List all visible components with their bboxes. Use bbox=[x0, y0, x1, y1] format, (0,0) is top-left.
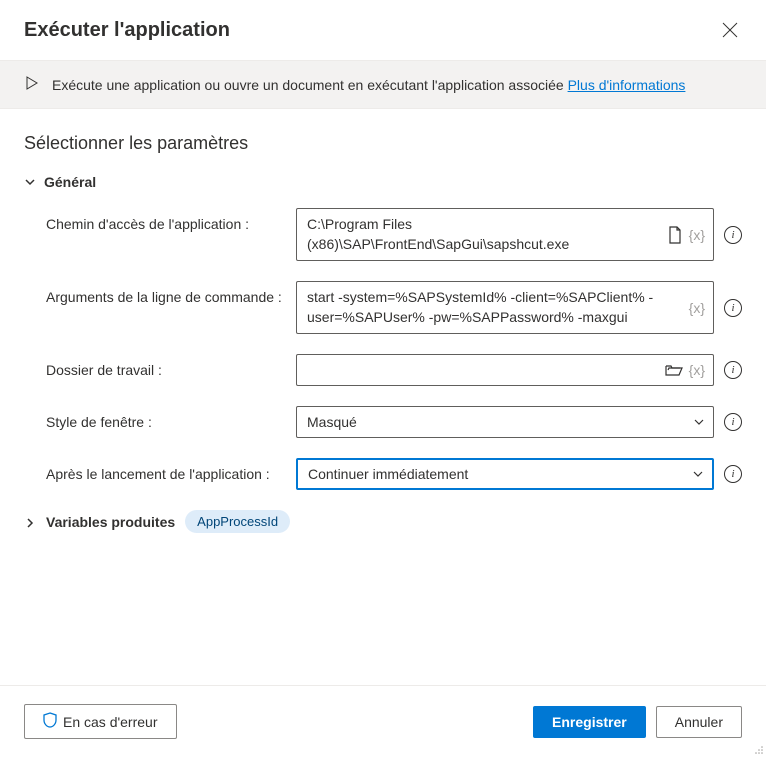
section-title: Sélectionner les paramètres bbox=[24, 133, 742, 154]
work-dir-label: Dossier de travail : bbox=[46, 354, 296, 378]
on-error-label: En cas d'erreur bbox=[63, 714, 158, 730]
chevron-down-icon bbox=[692, 468, 704, 480]
more-info-link[interactable]: Plus d'informations bbox=[568, 77, 686, 93]
info-icon[interactable]: i bbox=[724, 465, 742, 483]
save-button[interactable]: Enregistrer bbox=[533, 706, 646, 738]
folder-picker-icon[interactable] bbox=[665, 363, 683, 377]
cmd-args-label: Arguments de la ligne de commande : bbox=[46, 281, 296, 305]
window-style-select[interactable]: Masqué bbox=[296, 406, 714, 438]
after-launch-select[interactable]: Continuer immédiatement bbox=[296, 458, 714, 490]
file-picker-icon[interactable] bbox=[667, 226, 683, 244]
close-button[interactable] bbox=[718, 18, 742, 42]
group-general-header[interactable]: Général bbox=[24, 174, 742, 190]
variables-produced-label: Variables produites bbox=[46, 514, 175, 530]
info-icon[interactable]: i bbox=[724, 226, 742, 244]
info-icon[interactable]: i bbox=[724, 299, 742, 317]
info-banner: Exécute une application ou ouvre un docu… bbox=[0, 60, 766, 109]
close-icon bbox=[722, 22, 738, 38]
on-error-button[interactable]: En cas d'erreur bbox=[24, 704, 177, 739]
cancel-button[interactable]: Annuler bbox=[656, 706, 742, 738]
info-text: Exécute une application ou ouvre un docu… bbox=[52, 77, 568, 93]
variable-pill[interactable]: AppProcessId bbox=[185, 510, 290, 533]
chevron-right-icon bbox=[24, 516, 36, 528]
app-path-label: Chemin d'accès de l'application : bbox=[46, 208, 296, 232]
shield-icon bbox=[43, 712, 57, 731]
info-icon[interactable]: i bbox=[724, 361, 742, 379]
variable-picker-icon[interactable]: {x} bbox=[689, 227, 705, 243]
chevron-down-icon bbox=[24, 176, 36, 188]
dialog-title: Exécuter l'application bbox=[24, 19, 230, 42]
info-icon[interactable]: i bbox=[724, 413, 742, 431]
app-path-input[interactable]: C:\Program Files (x86)\SAP\FrontEnd\SapG… bbox=[296, 208, 714, 261]
window-style-label: Style de fenêtre : bbox=[46, 406, 296, 430]
work-dir-input[interactable]: {x} bbox=[296, 354, 714, 386]
variables-produced-header[interactable]: Variables produites AppProcessId bbox=[24, 510, 742, 533]
resize-grip-icon[interactable] bbox=[754, 745, 764, 755]
play-icon bbox=[24, 75, 40, 94]
variable-picker-icon[interactable]: {x} bbox=[689, 300, 705, 316]
variable-picker-icon[interactable]: {x} bbox=[689, 362, 705, 378]
chevron-down-icon bbox=[693, 416, 705, 428]
after-launch-label: Après le lancement de l'application : bbox=[46, 458, 296, 482]
group-general-label: Général bbox=[44, 174, 96, 190]
cmd-args-input[interactable]: start -system=%SAPSystemId% -client=%SAP… bbox=[296, 281, 714, 334]
